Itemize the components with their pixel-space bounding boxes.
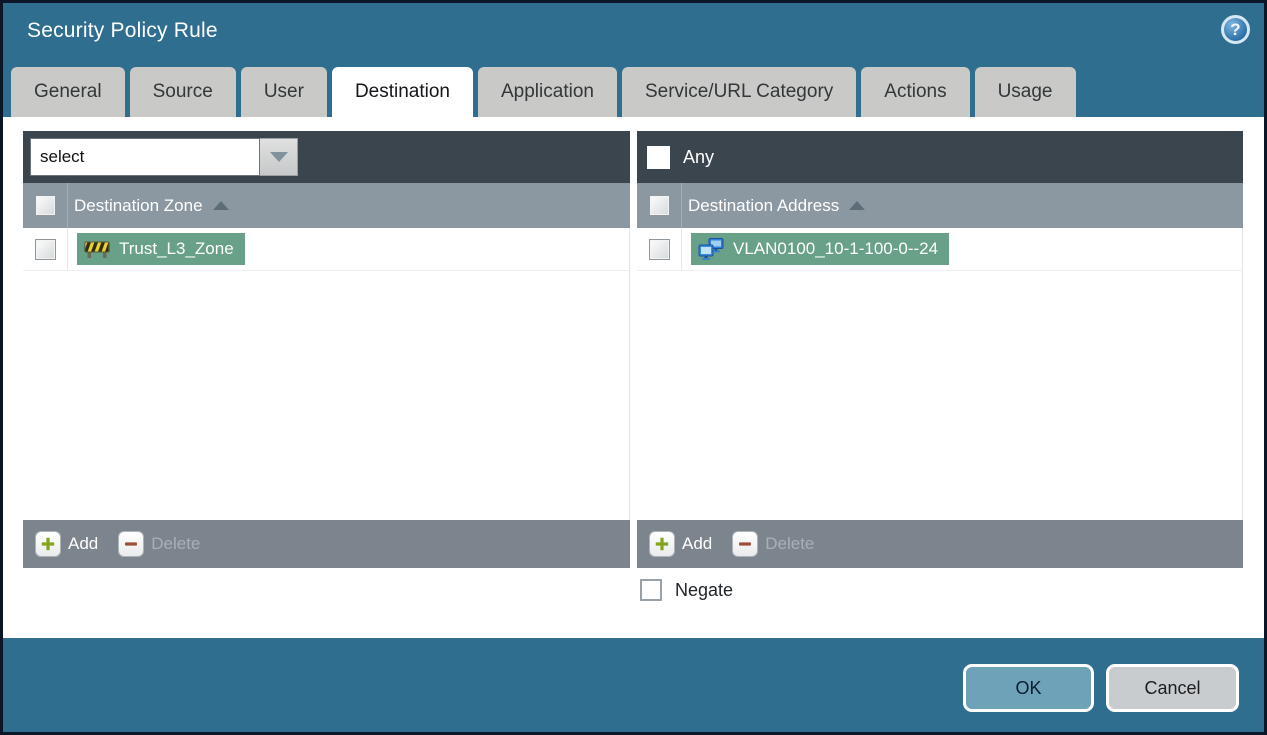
tab-destination[interactable]: Destination xyxy=(331,67,473,117)
zone-rows: Trust_L3_Zone xyxy=(23,228,630,520)
address-column-label: Destination Address xyxy=(688,195,840,215)
tab-source[interactable]: Source xyxy=(129,67,236,117)
zone-column-sort[interactable]: Destination Zone xyxy=(74,196,229,216)
table-row: VLAN0100_10-1-100-0--24 xyxy=(637,228,1242,271)
address-column-header: Destination Address xyxy=(637,183,1243,228)
address-delete-button[interactable]: Delete xyxy=(732,531,814,557)
tab-usage[interactable]: Usage xyxy=(974,67,1076,117)
any-checkbox[interactable] xyxy=(647,145,670,169)
minus-icon xyxy=(732,531,759,557)
zone-row-checkbox[interactable] xyxy=(34,238,56,260)
address-delete-label: Delete xyxy=(765,534,815,553)
zone-add-label: Add xyxy=(68,534,99,553)
chevron-down-icon xyxy=(269,152,288,162)
negate-row: Negate xyxy=(640,579,733,601)
sort-asc-icon xyxy=(212,201,229,210)
zone-delete-label: Delete xyxy=(151,534,201,553)
zone-add-button[interactable]: Add xyxy=(35,531,98,557)
destination-zone-panel: Destination Zone xyxy=(23,131,630,568)
zone-delete-button[interactable]: Delete xyxy=(118,531,200,557)
zone-column-label: Destination Zone xyxy=(74,195,203,215)
security-policy-rule-dialog: Security Policy Rule ? General Source Us… xyxy=(3,3,1264,732)
table-row: Trust_L3_Zone xyxy=(23,228,629,271)
zone-select-input[interactable] xyxy=(30,138,260,176)
address-row-item[interactable]: VLAN0100_10-1-100-0--24 xyxy=(691,233,950,265)
zone-select-dropdown-button[interactable] xyxy=(260,138,298,176)
address-add-label: Add xyxy=(682,534,713,553)
any-label: Any xyxy=(683,146,715,167)
ok-button[interactable]: OK xyxy=(963,664,1094,712)
zone-select-all-checkbox[interactable] xyxy=(34,195,56,216)
tab-bar: General Source User Destination Applicat… xyxy=(11,67,1256,117)
zone-row-label: Trust_L3_Zone xyxy=(119,239,234,258)
address-select-all-checkbox[interactable] xyxy=(648,195,670,216)
tab-general[interactable]: General xyxy=(11,67,125,117)
help-icon[interactable]: ? xyxy=(1221,15,1250,44)
destination-tab-content: Destination Zone xyxy=(3,117,1264,638)
zone-row-item[interactable]: Trust_L3_Zone xyxy=(77,233,245,265)
zone-panel-toolbar: Add Delete xyxy=(23,520,630,568)
network-address-icon xyxy=(698,238,724,260)
plus-icon xyxy=(649,531,675,557)
tab-actions[interactable]: Actions xyxy=(861,67,970,117)
negate-label: Negate xyxy=(675,579,734,600)
tab-service-url-category[interactable]: Service/URL Category xyxy=(621,67,857,117)
zone-select-combo xyxy=(30,138,298,176)
tab-user[interactable]: User xyxy=(240,67,327,117)
destination-address-panel: Any Destination Address VLAN0100_10-1-10… xyxy=(637,131,1243,568)
dialog-footer: OK Cancel xyxy=(3,638,1264,732)
address-row-checkbox[interactable] xyxy=(648,238,670,260)
address-column-sort[interactable]: Destination Address xyxy=(688,195,866,216)
cancel-button[interactable]: Cancel xyxy=(1106,664,1239,712)
sort-asc-icon xyxy=(849,201,866,210)
address-panel-topbar: Any xyxy=(637,131,1243,183)
zone-icon xyxy=(84,241,110,258)
plus-icon xyxy=(35,531,61,557)
address-panel-toolbar: Add Delete xyxy=(637,520,1243,568)
tab-application[interactable]: Application xyxy=(478,67,617,117)
dialog-title: Security Policy Rule xyxy=(27,19,218,42)
address-row-label: VLAN0100_10-1-100-0--24 xyxy=(733,239,939,258)
minus-icon xyxy=(118,531,145,557)
address-rows: VLAN0100_10-1-100-0--24 xyxy=(637,228,1243,520)
negate-checkbox[interactable] xyxy=(640,579,662,601)
zone-column-header: Destination Zone xyxy=(23,183,630,228)
address-add-button[interactable]: Add xyxy=(649,531,712,557)
zone-panel-topbar xyxy=(23,131,630,183)
